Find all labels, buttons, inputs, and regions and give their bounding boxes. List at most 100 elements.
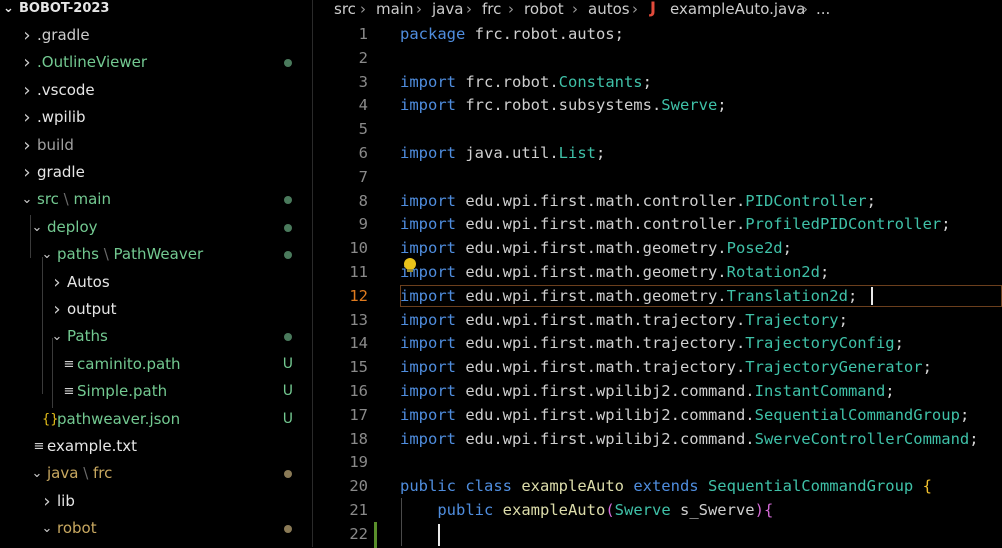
tree-folder-item[interactable]: ⌄ java \ frc [0, 460, 313, 487]
chevron-down-icon: ⌄ [3, 1, 14, 16]
code-line[interactable]: import edu.wpi.first.math.controller.Pro… [400, 212, 951, 236]
code-token: import [400, 334, 466, 353]
code-line[interactable]: import edu.wpi.first.wpilibj2.command.Se… [400, 403, 969, 427]
tree-item-name: java [47, 464, 79, 483]
line-number: 22 [349, 524, 368, 543]
tree-item-label: Simple.path [77, 378, 167, 405]
breadcrumb-item[interactable]: src [334, 0, 356, 18]
code-token: Constants [558, 72, 643, 91]
code-token: ; [819, 263, 830, 281]
breadcrumb-file[interactable]: exampleAuto.java [670, 0, 805, 18]
tree-folder-item[interactable]: ⌄ Paths [0, 323, 313, 350]
tree-file-item[interactable]: ≡ Simple.path U [0, 378, 313, 405]
tree-folder-item[interactable]: ⌄ deploy [0, 214, 313, 241]
explorer-root-folder[interactable]: ⌄ BOBOT-2023 [0, 0, 313, 18]
code-token: SequentialCommandGroup [754, 405, 960, 424]
code-token: ) [754, 501, 764, 519]
chevron-right-icon: › [23, 25, 31, 46]
lightbulb-icon[interactable] [404, 258, 416, 272]
tree-folder-item[interactable]: › .wpilib [0, 104, 313, 131]
tree-folder-item[interactable]: › lib [0, 488, 313, 515]
tree-item-name: paths [57, 245, 99, 264]
code-token: import [400, 405, 466, 424]
code-token: edu.wpi.first.wpilibj2.command. [465, 405, 755, 424]
code-line[interactable]: public class exampleAuto extends Sequent… [400, 474, 932, 498]
git-gutter-added-marker [374, 521, 377, 548]
breadcrumb-item[interactable]: frc [482, 0, 501, 18]
code-line[interactable]: import edu.wpi.first.math.trajectory.Tra… [400, 308, 848, 332]
tree-item-subname: PathWeaver [113, 245, 204, 264]
tree-file-item[interactable]: ≡ caminito.path U [0, 351, 313, 378]
code-line[interactable]: public exampleAuto(Swerve s_Swerve){ [400, 498, 773, 522]
tree-item-label: robot [57, 515, 97, 542]
line-number: 11 [349, 263, 368, 281]
code-line[interactable]: package frc.robot.autos; [400, 22, 633, 46]
chevron-right-icon: › [23, 107, 31, 129]
code-line[interactable]: import edu.wpi.first.math.geometry.Pose2… [400, 236, 792, 260]
code-line[interactable]: import frc.robot.Constants; [400, 70, 652, 94]
tree-folder-item[interactable]: ⌄ src \ main [0, 186, 313, 213]
tree-folder-item[interactable]: › output [0, 296, 313, 323]
breadcrumb-symbol[interactable]: ... [816, 0, 830, 18]
code-line[interactable]: import edu.wpi.first.math.controller.PID… [400, 189, 876, 213]
code-token: ; [922, 358, 932, 377]
tree-folder-item[interactable]: › .gradle [0, 22, 313, 49]
breadcrumb-item[interactable]: autos [588, 0, 630, 18]
code-editor[interactable]: 1 package frc.robot.autos; 2 3 import frc.r… [314, 20, 1002, 548]
code-token: edu.wpi.first.math.geometry. [465, 239, 727, 258]
tree-item-name: .vscode [37, 80, 95, 99]
chevron-right-icon: › [43, 490, 51, 512]
code-line[interactable]: import edu.wpi.first.math.trajectory.Tra… [400, 355, 932, 379]
code-line[interactable]: import edu.wpi.first.math.trajectory.Tra… [400, 331, 904, 355]
tree-file-item[interactable]: {} pathweaver.json U [0, 406, 313, 433]
tree-folder-item[interactable]: › build [0, 132, 313, 159]
text-file-icon: ≡ [63, 356, 75, 372]
code-token: edu.wpi.first.math.trajectory. [465, 358, 746, 377]
tree-folder-item[interactable]: › .OutlineViewer [0, 49, 313, 76]
chevron-right-icon: › [508, 0, 514, 18]
code-token: edu.wpi.first.math.trajectory. [465, 310, 746, 329]
git-untracked-badge: U [282, 410, 293, 427]
code-token: edu.wpi.first.math.trajectory. [465, 334, 746, 353]
tree-item-label: lib [57, 488, 75, 515]
code-token: public [437, 501, 503, 519]
git-untracked-badge: U [282, 355, 293, 372]
tree-folder-item[interactable]: › .vscode [0, 77, 313, 104]
tree-indent-guide [30, 215, 31, 258]
chevron-right-icon: › [53, 299, 61, 320]
tree-folder-item[interactable]: › gradle [0, 159, 313, 186]
code-token: import [400, 239, 466, 258]
code-line[interactable]: import edu.wpi.first.math.geometry.Rotat… [400, 260, 829, 284]
code-token: ; [717, 96, 727, 115]
code-token: extends [633, 477, 708, 496]
code-token: edu.wpi.first.wpilibj2.command. [465, 382, 755, 400]
chevron-right-icon: › [572, 0, 578, 18]
code-token: SwerveControllerCommand [754, 429, 970, 448]
code-token: frc.robot.autos [474, 25, 615, 43]
code-token: import [400, 358, 466, 377]
code-token: import [400, 191, 466, 210]
code-line[interactable]: import frc.robot.subsystems.Swerve; [400, 93, 727, 117]
code-token: List [558, 144, 596, 162]
tree-item-name: output [67, 300, 117, 318]
code-token: Swerve [661, 96, 718, 115]
chevron-right-icon: › [23, 79, 31, 101]
tree-folder-item[interactable]: ⌄ robot [0, 515, 313, 542]
git-status-dot [284, 333, 292, 342]
code-line[interactable]: import edu.wpi.first.wpilibj2.command.In… [400, 379, 895, 403]
chevron-down-icon: ⌄ [31, 466, 43, 482]
tree-folder-item[interactable]: › Autos [0, 269, 313, 296]
code-line[interactable]: import edu.wpi.first.wpilibj2.command.Sw… [400, 427, 979, 451]
breadcrumb-item[interactable]: robot [524, 0, 564, 18]
code-token: import [400, 310, 466, 329]
code-token: ProfiledPIDController [745, 215, 942, 234]
line-number: 19 [349, 453, 368, 472]
breadcrumb-item[interactable]: java [432, 0, 463, 18]
tree-file-item[interactable]: ≡ example.txt [0, 433, 313, 460]
breadcrumb-item[interactable]: main [376, 0, 413, 18]
tree-folder-item[interactable]: ⌄ paths \ PathWeaver [0, 241, 313, 268]
code-token: frc.robot.subsystems. [465, 96, 662, 115]
code-line[interactable]: import edu.wpi.first.math.geometry.Trans… [400, 284, 857, 308]
tree-item-label: pathweaver.json [57, 406, 180, 433]
code-line[interactable]: import java.util.List; [400, 141, 605, 165]
